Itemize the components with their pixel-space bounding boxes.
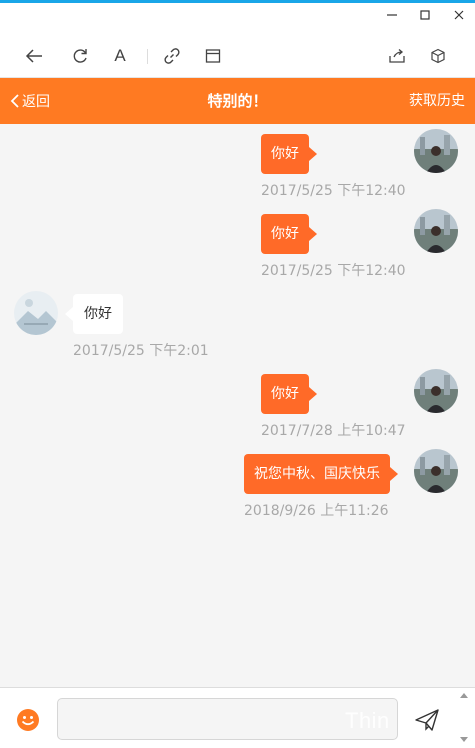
close-icon bbox=[454, 10, 464, 20]
scroll-up-arrow-icon[interactable] bbox=[459, 691, 469, 699]
message-timestamp: 2017/5/25 下午12:40 bbox=[261, 263, 406, 279]
font-size-button[interactable]: A bbox=[109, 45, 131, 67]
message-timestamp: 2017/7/28 上午10:47 bbox=[261, 423, 406, 439]
chevron-left-icon bbox=[10, 94, 19, 108]
smiley-icon bbox=[17, 709, 39, 731]
chat-message-list: 你好 2017/5/25 下午12:40 你好 2017/5/25 下午12:4… bbox=[0, 124, 475, 687]
share-button[interactable] bbox=[386, 45, 408, 67]
get-history-button[interactable]: 获取历史 bbox=[409, 78, 465, 124]
back-button[interactable]: 返回 bbox=[10, 78, 50, 124]
avatar[interactable] bbox=[414, 369, 458, 413]
contact-avatar-icon bbox=[14, 291, 58, 335]
share-icon bbox=[389, 49, 405, 63]
back-button-label: 返回 bbox=[22, 94, 50, 110]
user-photo-avatar bbox=[414, 369, 458, 413]
cube-icon bbox=[431, 48, 445, 64]
message-input[interactable] bbox=[57, 698, 398, 740]
app-header: 返回 特别的！ 获取历史 bbox=[0, 78, 475, 124]
browser-toolbar: A bbox=[0, 31, 475, 78]
outgoing-message-bubble[interactable]: 你好 bbox=[261, 214, 317, 254]
user-photo-avatar bbox=[414, 209, 458, 253]
avatar[interactable] bbox=[14, 291, 58, 335]
paper-plane-icon bbox=[415, 709, 439, 731]
emoji-button[interactable] bbox=[16, 708, 40, 732]
avatar[interactable] bbox=[414, 449, 458, 493]
message-timestamp: 2017/5/25 下午12:40 bbox=[261, 183, 406, 199]
link-button[interactable] bbox=[161, 45, 183, 67]
toolbar-divider bbox=[147, 49, 148, 64]
outgoing-message-bubble[interactable]: 你好 bbox=[261, 134, 317, 174]
link-icon bbox=[164, 48, 180, 64]
arrow-left-icon bbox=[25, 49, 42, 63]
user-photo-avatar bbox=[414, 449, 458, 493]
refresh-button[interactable] bbox=[69, 45, 91, 67]
maximize-icon bbox=[420, 10, 430, 20]
browser-window-icon bbox=[205, 49, 221, 63]
close-button[interactable] bbox=[451, 9, 467, 25]
maximize-button[interactable] bbox=[417, 9, 433, 25]
page-title: 特别的！ bbox=[207, 92, 268, 110]
package-button[interactable] bbox=[427, 45, 449, 67]
minimize-button[interactable] bbox=[384, 9, 400, 25]
send-button[interactable] bbox=[414, 708, 440, 732]
refresh-icon bbox=[73, 49, 87, 63]
window-title-bar bbox=[0, 3, 475, 31]
user-photo-avatar bbox=[414, 129, 458, 173]
minimize-icon bbox=[387, 14, 397, 16]
message-timestamp: 2017/5/25 下午2:01 bbox=[73, 343, 209, 359]
scroll-down-arrow-icon[interactable] bbox=[459, 736, 469, 744]
window-frame-button[interactable] bbox=[202, 45, 224, 67]
avatar[interactable] bbox=[414, 129, 458, 173]
outgoing-message-bubble[interactable]: 你好 bbox=[261, 374, 317, 414]
message-compose-bar bbox=[0, 687, 475, 748]
outgoing-message-bubble[interactable]: 祝您中秋、国庆快乐 bbox=[244, 454, 398, 494]
avatar[interactable] bbox=[414, 209, 458, 253]
incoming-message-bubble[interactable]: 你好 bbox=[65, 294, 123, 334]
back-nav-button[interactable] bbox=[23, 45, 45, 67]
font-icon: A bbox=[114, 46, 126, 65]
message-timestamp: 2018/9/26 上午11:26 bbox=[244, 503, 389, 519]
